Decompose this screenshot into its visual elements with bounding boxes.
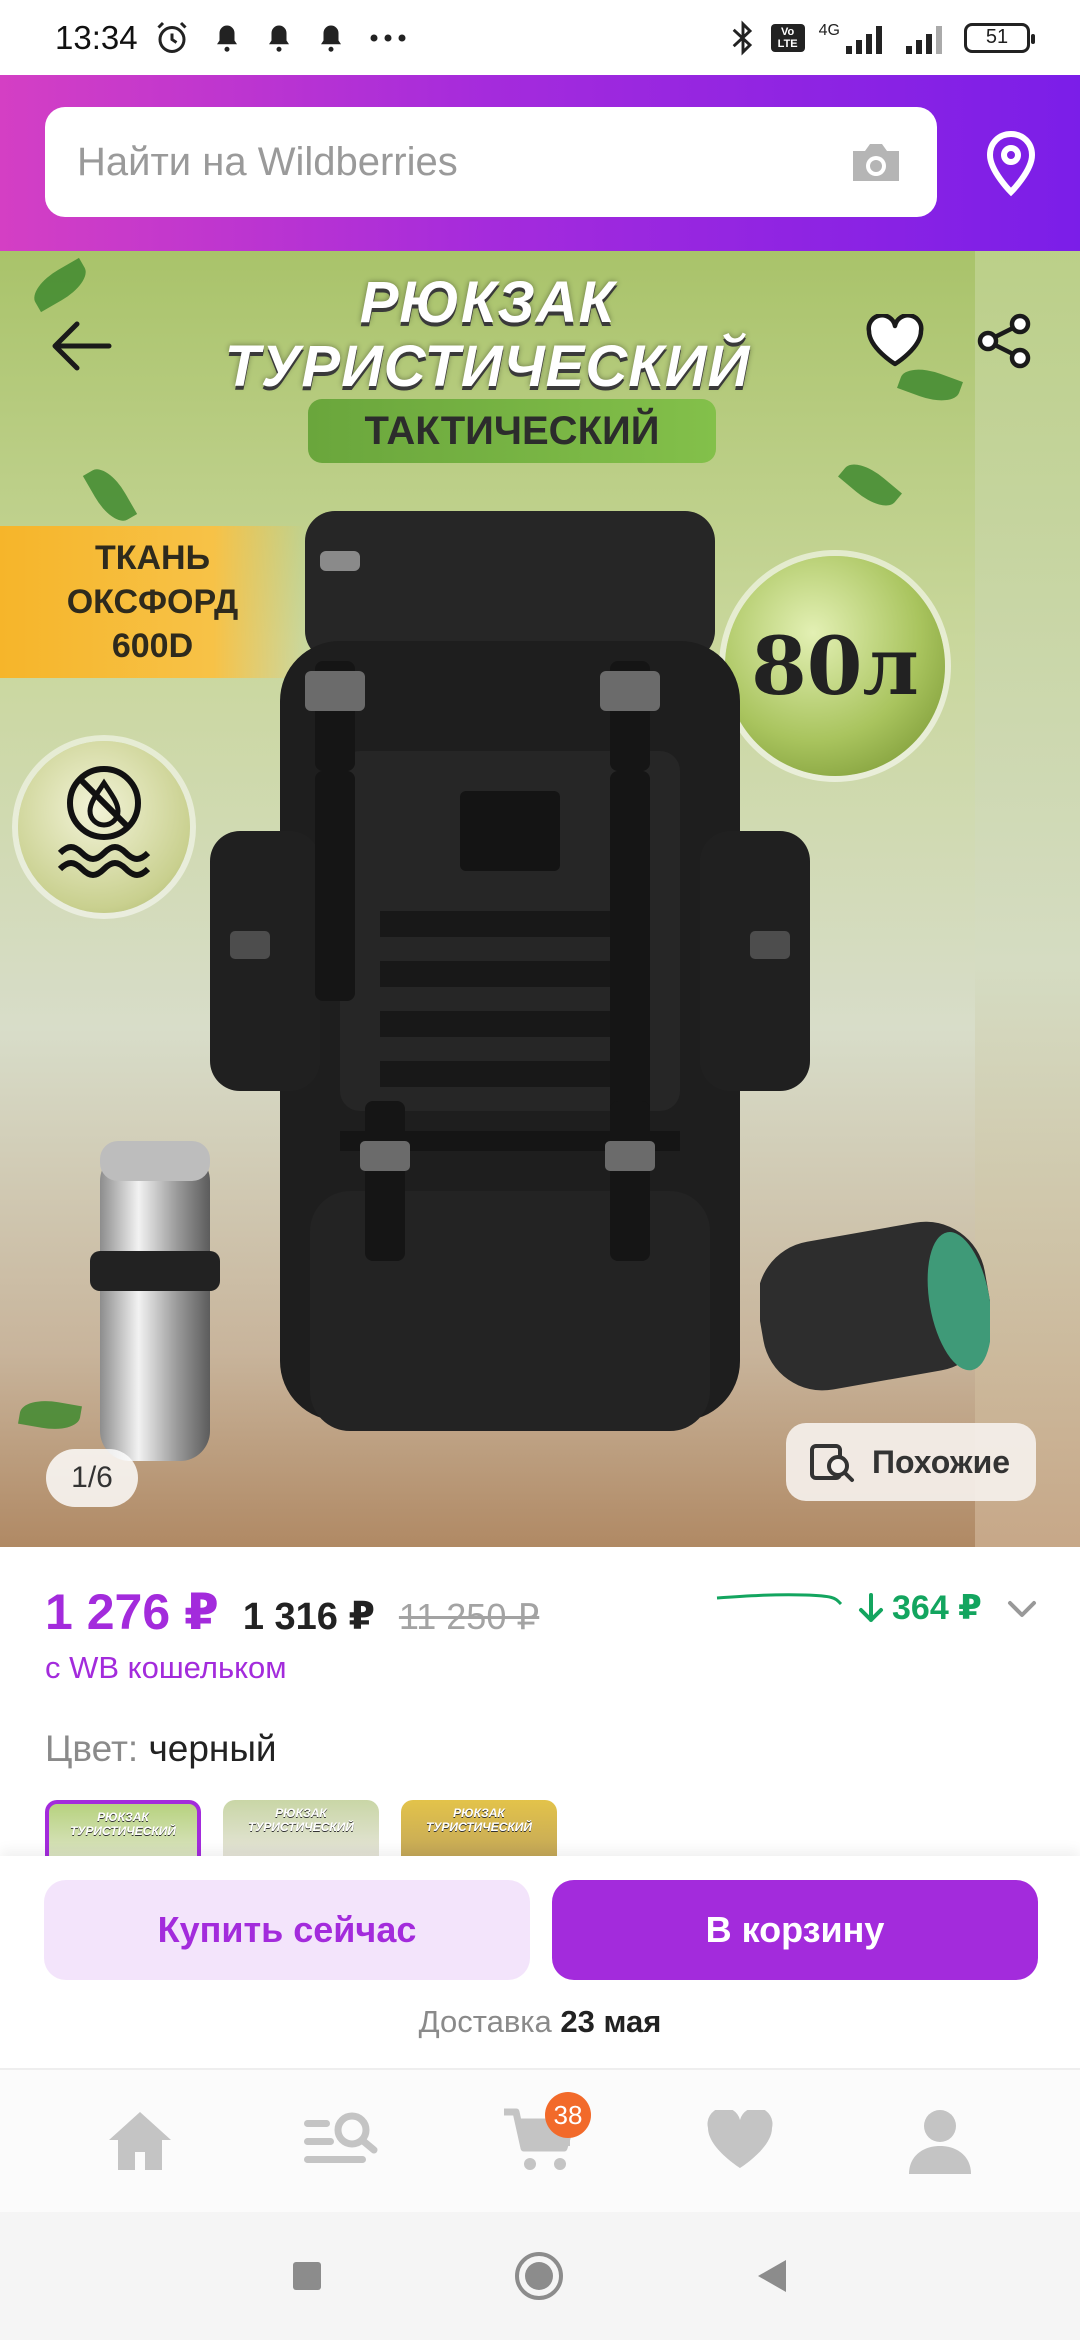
variant-thumb-text: РЮКЗАК ТУРИСТИЧЕСКИЙ [247, 1806, 355, 1834]
similar-label: Похожие [872, 1443, 1011, 1480]
search-header: Найти на Wildberries [0, 75, 1080, 251]
backpack-image [210, 511, 810, 1431]
price-old: 11 250 ₽ [398, 1596, 540, 1637]
nav-cart[interactable]: 38 [495, 2092, 591, 2186]
purchase-action-bar: Купить сейчас В корзину Доставка 23 мая [0, 1856, 1080, 2068]
leaf-decoration [18, 1396, 82, 1434]
wallet-price-note: с WB кошельком [45, 1650, 287, 1685]
profile-icon [909, 2110, 971, 2174]
image-title-line2: ТУРИСТИЧЕСКИЙ [224, 334, 751, 399]
back-system-button[interactable] [754, 2256, 790, 2296]
cart-count-badge: 38 [545, 2092, 591, 2138]
volte-icon: Vo LTE [770, 23, 805, 52]
leaf-decoration [82, 462, 138, 528]
price-secondary: 1 316 ₽ [242, 1596, 375, 1638]
price-main: 1 276 ₽ [45, 1584, 219, 1640]
signal-icon [906, 25, 942, 54]
price-history-chart[interactable] [715, 1590, 845, 1620]
status-right-icons: Vo LTE 4G 51 [729, 19, 1035, 57]
system-navigation-bar [0, 2212, 1080, 2340]
share-button[interactable] [970, 306, 1040, 376]
add-to-favorites-button[interactable] [860, 306, 930, 376]
delivery-date: 23 мая [560, 2004, 662, 2039]
waterproof-badge [18, 741, 190, 913]
location-pin-icon[interactable] [980, 130, 1042, 198]
nav-home[interactable] [95, 2096, 185, 2186]
camera-icon[interactable] [847, 139, 905, 185]
color-variant-thumb[interactable]: РЮКЗАК ТУРИСТИЧЕСКИЙ [401, 1800, 557, 1860]
arrow-left-icon [52, 321, 112, 371]
status-left-icons [154, 20, 408, 56]
color-variant-thumb[interactable]: РЮКЗАК ТУРИСТИЧЕСКИЙ [223, 1800, 379, 1860]
price-drop[interactable]: 364 ₽ [858, 1588, 982, 1628]
image-page-indicator: 1/6 [46, 1449, 138, 1507]
delivery-label: Доставка [418, 2004, 552, 2039]
color-value: черный [148, 1728, 277, 1769]
home-system-button[interactable] [514, 2251, 564, 2301]
status-bar: 13:34 Vo LTE 4G 51 [0, 0, 1080, 75]
back-button[interactable] [40, 306, 120, 386]
color-label: Цвет: [45, 1728, 139, 1769]
next-image-preview [975, 251, 1080, 1547]
network-type: 4G [818, 21, 840, 39]
leaf-decoration [838, 454, 902, 516]
catalog-search-icon [304, 2112, 378, 2163]
similar-search-icon [810, 1444, 854, 1482]
heart-outline-icon [866, 314, 924, 367]
page-indicator-text: 1/6 [71, 1461, 113, 1494]
arrow-down-icon [859, 1593, 883, 1622]
delivery-info: Доставка 23 мая [0, 2004, 1080, 2040]
thermos-image [90, 1141, 220, 1461]
price-drop-value: 364 ₽ [892, 1589, 982, 1627]
home-icon [109, 2112, 171, 2170]
waterproof-icon [57, 766, 151, 878]
image-tag-tactical: ТАКТИЧЕСКИЙ [308, 399, 716, 463]
product-image-carousel[interactable]: РЮКЗАК ТУРИСТИЧЕСКИЙ ТАКТИЧЕСКИЙ ТКАНЬ О… [0, 251, 1080, 1547]
color-variants: РЮКЗАК ТУРИСТИЧЕСКИЙ РЮКЗАК ТУРИСТИЧЕСКИ… [45, 1800, 557, 1860]
notification-bell-icon [268, 25, 289, 52]
buy-now-button[interactable]: Купить сейчас [44, 1880, 530, 1980]
bluetooth-icon [732, 19, 752, 56]
image-tag-text: ТАКТИЧЕСКИЙ [364, 408, 660, 453]
notification-bell-icon [216, 25, 237, 52]
bottom-navigation: 38 [0, 2068, 1080, 2212]
more-dots-icon [370, 34, 406, 41]
price-row: 1 276 ₽ 1 316 ₽ 11 250 ₽ [45, 1583, 539, 1641]
battery-icon: 51 [964, 22, 1035, 53]
add-to-cart-label: В корзину [705, 1909, 885, 1950]
chevron-down-icon[interactable] [1002, 1595, 1042, 1625]
search-placeholder: Найти на Wildberries [77, 139, 458, 184]
notification-bell-icon [320, 25, 341, 52]
status-time: 13:34 [55, 18, 138, 56]
share-icon [977, 313, 1031, 369]
recent-apps-button[interactable] [290, 2259, 324, 2293]
favorites-icon [707, 2110, 773, 2168]
battery-level: 51 [985, 26, 1009, 48]
alarm-icon [157, 21, 187, 53]
color-variant-thumb[interactable]: РЮКЗАК ТУРИСТИЧЕСКИЙ [45, 1800, 201, 1860]
color-row: Цвет: черный [45, 1728, 277, 1770]
similar-products-button[interactable]: Похожие [786, 1423, 1036, 1501]
buy-now-label: Купить сейчас [157, 1909, 417, 1950]
nav-catalog[interactable] [295, 2096, 385, 2186]
search-input[interactable]: Найти на Wildberries [45, 107, 937, 217]
variant-thumb-text: РЮКЗАК ТУРИСТИЧЕСКИЙ [425, 1806, 533, 1834]
nav-profile[interactable] [895, 2096, 985, 2186]
signal-icon [846, 25, 882, 54]
add-to-cart-button[interactable]: В корзину [552, 1880, 1038, 1980]
image-title-line1: РЮКЗАК [359, 270, 616, 335]
variant-thumb-text: РЮКЗАК ТУРИСТИЧЕСКИЙ [69, 1810, 177, 1838]
nav-favorites[interactable] [695, 2096, 785, 2186]
